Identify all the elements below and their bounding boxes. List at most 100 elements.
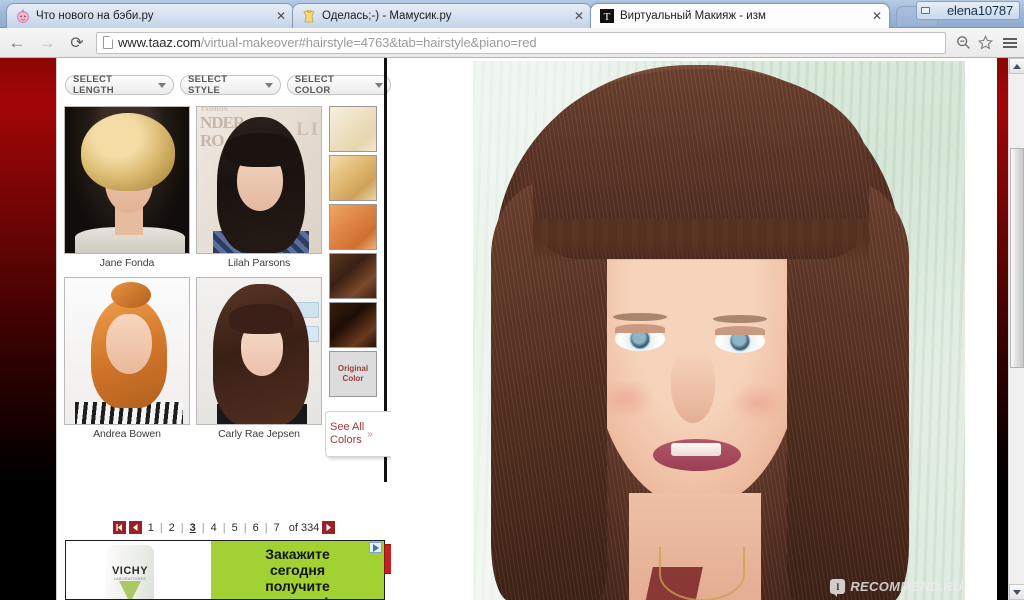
eye-right — [715, 326, 765, 353]
original-color-button[interactable]: Original Color — [329, 351, 377, 397]
hairstyle-thumbnail[interactable]: FASHION NDER RO L I — [196, 106, 322, 254]
pagination-separator: | — [201, 521, 205, 534]
user-photo[interactable] — [473, 61, 965, 600]
pagination-page-6[interactable]: 6 — [250, 522, 262, 534]
hairstyle-grid: Jane Fonda FASHION NDER RO L I Lilah Par… — [64, 106, 322, 448]
color-swatch-copper-red[interactable] — [329, 204, 377, 250]
window-user-badge[interactable]: elena10787 — [916, 1, 1020, 20]
ad-text-panel: Закажите сегодня получите подарок! — [211, 541, 384, 599]
vichy-tube-icon: VICHY LABORATOIRES — [106, 545, 154, 599]
pagination-first-button[interactable] — [112, 521, 126, 534]
color-swatch-platinum-blonde[interactable] — [329, 106, 377, 152]
browser-toolbar: ← → ⟳ www.taaz.com/virtual-makeover#hair… — [0, 28, 1024, 58]
svg-text:T: T — [604, 11, 611, 23]
star-icon[interactable] — [974, 32, 996, 54]
color-swatch-medium-brown[interactable] — [329, 253, 377, 299]
back-button[interactable]: ← — [4, 30, 30, 56]
ad-product-image: VICHY LABORATOIRES — [66, 541, 211, 599]
hairstyle-card-carly-rae-jepsen[interactable]: Carly Rae Jepsen — [196, 277, 322, 440]
tab-title: Что нового на бэби.ру — [36, 10, 154, 22]
filter-bar: SELECT LENGTH SELECT STYLE SELECT COLOR — [65, 74, 391, 96]
chevron-down-icon — [375, 82, 383, 88]
teeth — [671, 443, 721, 456]
browser-tab-2[interactable]: Оделась;-) - Мамусик.ру ✕ — [292, 3, 592, 28]
tab-close-button[interactable]: ✕ — [275, 9, 287, 23]
browser-tab-1[interactable]: Что нового на бэби.ру ✕ — [6, 3, 294, 28]
hairstyle-card-jane-fonda[interactable]: Jane Fonda — [64, 106, 190, 269]
watermark-text: RECOMMEND.RU — [850, 579, 963, 594]
hairstyle-thumbnail[interactable] — [64, 106, 190, 254]
chevron-up-icon — [1013, 63, 1021, 69]
adchoices-icon[interactable] — [369, 542, 382, 553]
makeover-preview-panel: I RECOMMEND.RU — [460, 58, 997, 600]
window-user-label: elena10787 — [947, 3, 1013, 18]
browser-window: Что нового на бэби.ру ✕ Оделась;-) - Мам… — [0, 0, 1024, 600]
select-length-dropdown[interactable]: SELECT LENGTH — [65, 74, 175, 96]
hairstyle-thumbnail[interactable] — [196, 277, 322, 425]
recommend-watermark: I RECOMMEND.RU — [830, 579, 963, 597]
taaz-icon: T — [599, 8, 615, 24]
scroll-up-button[interactable] — [1009, 58, 1024, 74]
forward-button[interactable]: → — [34, 30, 60, 56]
eyebrow-left — [613, 313, 667, 321]
see-all-colors-label: See All Colors — [330, 421, 364, 447]
select-color-dropdown[interactable]: SELECT COLOR — [286, 74, 391, 96]
ad-line-1: Закажите — [265, 546, 330, 562]
pagination-page-2[interactable]: 2 — [166, 522, 178, 534]
tab-strip: Что нового на бэби.ру ✕ Оделась;-) - Мам… — [0, 0, 1024, 28]
nose — [671, 349, 715, 423]
hairstyle-card-andrea-bowen[interactable]: Andrea Bowen — [64, 277, 190, 440]
pagination-total-label: of 334 — [288, 521, 320, 534]
page-viewport: SELECT LENGTH SELECT STYLE SELECT COLOR — [0, 58, 1024, 600]
url-path: /virtual-makeover#hairstyle=4763&tab=hai… — [200, 35, 537, 50]
magnifier-icon[interactable] — [952, 32, 974, 54]
pagination-page-1[interactable]: 1 — [145, 522, 157, 534]
chevron-down-icon — [1013, 589, 1021, 595]
reload-button[interactable]: ⟳ — [64, 30, 90, 56]
scroll-down-button[interactable] — [1009, 584, 1024, 600]
original-color-line1: Original — [337, 364, 369, 373]
hairstyle-card-lilah-parsons[interactable]: FASHION NDER RO L I Lilah Parsons — [196, 106, 322, 269]
hairstyle-thumbnail[interactable] — [64, 277, 190, 425]
hamburger-menu-icon[interactable] — [996, 32, 1024, 54]
pagination: 1 | 2 | 3 | 4 | 5 | 6 | 7 of 334 — [57, 521, 391, 534]
ad-line-2: сегодня — [269, 562, 326, 578]
see-all-colors-button[interactable]: See All Colors » — [325, 411, 391, 457]
double-chevron-right-icon: » — [367, 428, 373, 440]
hairstyle-name: Andrea Bowen — [93, 428, 161, 440]
pagination-next-button[interactable] — [322, 521, 336, 534]
necklace — [659, 547, 745, 600]
address-bar[interactable]: www.taaz.com/virtual-makeover#hairstyle=… — [96, 31, 946, 54]
tab-close-button[interactable]: ✕ — [573, 9, 585, 23]
browser-tab-3-active[interactable]: T Виртуальный Макияж - изм ✕ — [590, 3, 890, 28]
dress-icon — [301, 8, 317, 24]
pagination-page-5[interactable]: 5 — [229, 522, 241, 534]
url-host: www.taaz.com — [118, 35, 201, 50]
eyebrow-right — [713, 315, 767, 323]
hairstyle-row: Jane Fonda FASHION NDER RO L I Lilah Par… — [64, 106, 322, 269]
advertisement-banner[interactable]: VICHY LABORATOIRES Закажите сегодня полу… — [65, 540, 385, 600]
chevron-down-icon — [158, 82, 167, 88]
pagination-separator: | — [264, 521, 268, 534]
tab-title: Оделась;-) - Мамусик.ру — [322, 10, 452, 22]
bangs-layer — [533, 69, 869, 261]
page-scrollbar[interactable] — [1008, 58, 1024, 600]
thumb-bg-text: RO — [200, 131, 224, 150]
ad-line-4: подарок! — [266, 594, 328, 599]
ad-brand-label: VICHY — [111, 565, 149, 577]
color-swatch-golden-blonde[interactable] — [329, 155, 377, 201]
tab-close-button[interactable]: ✕ — [871, 9, 883, 23]
chevron-down-icon — [264, 82, 273, 88]
color-swatch-dark-brown[interactable] — [329, 302, 377, 348]
pagination-page-3-current[interactable]: 3 — [187, 522, 199, 534]
site-content-column: SELECT LENGTH SELECT STYLE SELECT COLOR — [56, 58, 997, 600]
thumb-bg-text: L I — [296, 119, 318, 140]
pagination-page-7[interactable]: 7 — [271, 522, 283, 534]
pagination-page-4[interactable]: 4 — [208, 522, 220, 534]
recommend-badge-icon: I — [830, 579, 846, 597]
pagination-prev-button[interactable] — [128, 521, 142, 534]
scrollbar-thumb[interactable] — [1010, 148, 1024, 368]
ad-red-block — [384, 544, 391, 574]
select-style-dropdown[interactable]: SELECT STYLE — [180, 74, 281, 96]
pagination-separator: | — [222, 521, 226, 534]
